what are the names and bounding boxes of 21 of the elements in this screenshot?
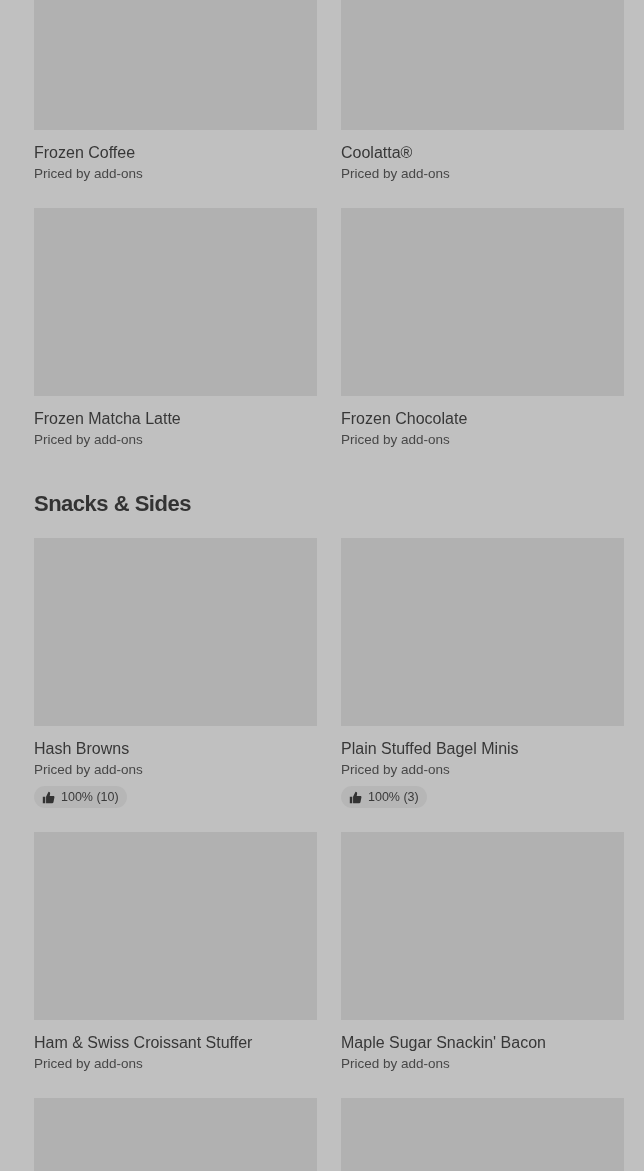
item-price-note: Priced by add-ons bbox=[341, 165, 451, 183]
item-name: Frozen Matcha Latte bbox=[34, 409, 182, 429]
item-price-note: Priced by add-ons bbox=[34, 761, 144, 779]
item-price-note: Priced by add-ons bbox=[34, 431, 144, 449]
item-name: Ham & Swiss Croissant Stuffer bbox=[34, 1033, 254, 1053]
rating-badge: 100% (10) bbox=[34, 786, 127, 808]
item-price-note: Priced by add-ons bbox=[34, 1055, 144, 1073]
item-price-note: Priced by add-ons bbox=[341, 431, 451, 449]
rating-badge: 100% (3) bbox=[341, 786, 427, 808]
item-price-note: Priced by add-ons bbox=[341, 761, 451, 779]
item-name: Maple Sugar Snackin' Bacon bbox=[341, 1033, 547, 1053]
item-name: Coolatta® bbox=[341, 143, 414, 163]
item-name: Hash Browns bbox=[34, 739, 131, 759]
item-price-note: Priced by add-ons bbox=[341, 1055, 451, 1073]
section-heading: Snacks & Sides bbox=[34, 490, 192, 518]
item-name: Frozen Coffee bbox=[34, 143, 137, 163]
item-price-note: Priced by add-ons bbox=[34, 165, 144, 183]
thumbs-up-icon bbox=[349, 790, 362, 804]
item-name: Plain Stuffed Bagel Minis bbox=[341, 739, 520, 759]
thumbs-up-icon bbox=[42, 790, 55, 804]
item-name: Frozen Chocolate bbox=[341, 409, 469, 429]
